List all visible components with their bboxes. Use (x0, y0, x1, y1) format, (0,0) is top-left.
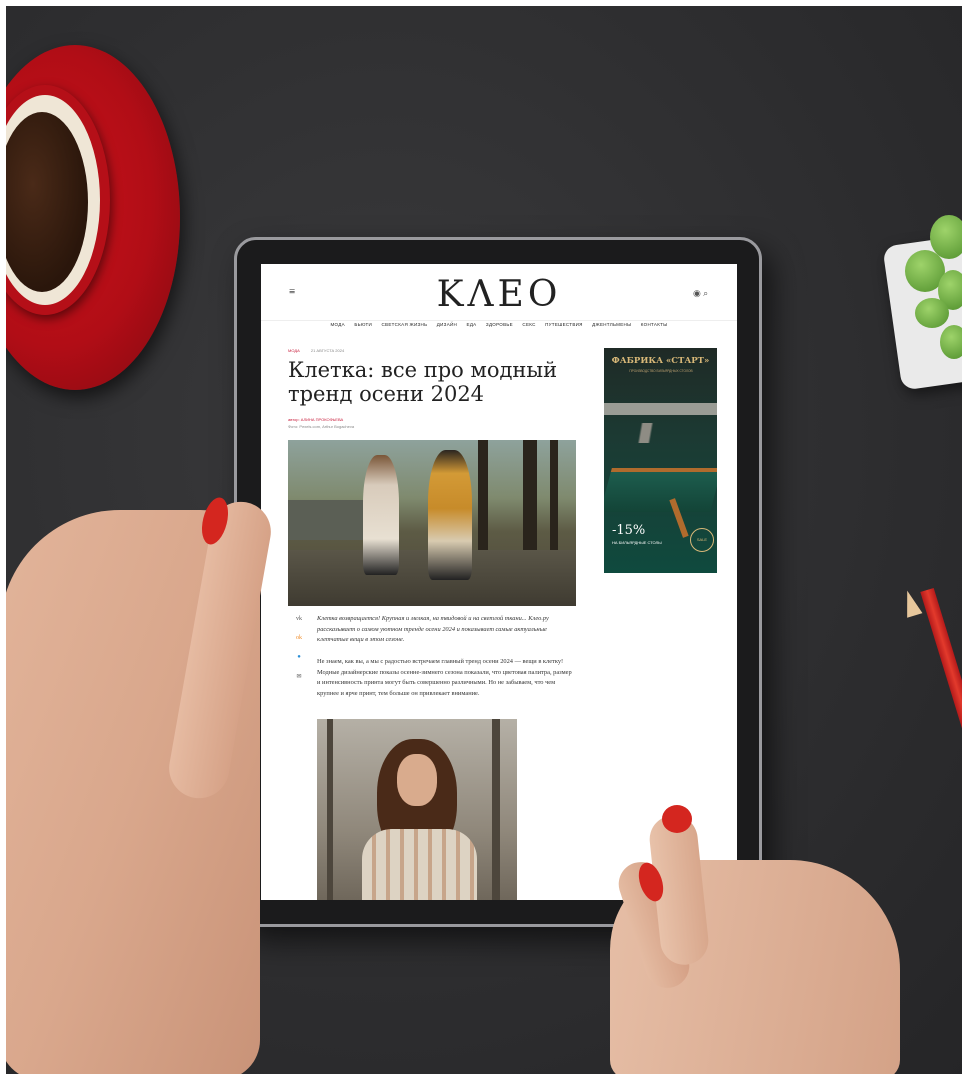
nav-item-social[interactable]: СВЕТСКАЯ ЖИЗНЬ (381, 322, 427, 327)
coffee (0, 112, 88, 292)
article-category[interactable]: МОДА (288, 348, 300, 353)
article-meta: МОДА 21 АВГУСТА 2024 (288, 348, 344, 353)
article-author[interactable]: автор: АЛИНА ПРОКОФЬЕВА (288, 417, 343, 422)
article-hero-photo (288, 440, 576, 606)
article-lead: Клетка возвращается! Крупная и мелкая, н… (317, 615, 549, 643)
telegram-icon[interactable]: ● (293, 654, 305, 660)
ad-caption: НА БИЛЬЯРДНЫЕ СТОЛЫ (612, 540, 662, 545)
nav-item-moda[interactable]: МОДА (331, 322, 345, 327)
article-body-paragraph: Не знаем, как вы, а мы с радостью встреч… (317, 658, 572, 697)
ad-subtitle: ПРОИЗВОДСТВО БИЛЬЯРДНЫХ СТОЛОВ (629, 369, 693, 373)
article-second-photo (317, 719, 517, 900)
right-index-nail (662, 805, 692, 833)
mail-icon[interactable]: ✉ (293, 673, 305, 680)
ad-banner[interactable]: ФАБРИКА «СТАРТ» ПРОИЗВОДСТВО БИЛЬЯРДНЫХ … (604, 348, 717, 573)
nav-item-beauty[interactable]: БЬЮТИ (354, 322, 372, 327)
nav-item-contacts[interactable]: КОНТАКТЫ (641, 322, 668, 327)
nav-item-health[interactable]: ЗДОРОВЬЕ (486, 322, 513, 327)
article-date: 21 АВГУСТА 2024 (310, 348, 345, 353)
succulent-leaf (915, 298, 949, 328)
nav-item-food[interactable]: ЕДА (467, 322, 477, 327)
billiard-table (604, 468, 717, 512)
article-title: Клетка: все про модный тренд осени 2024 (288, 358, 558, 406)
succulent-leaf (940, 325, 968, 359)
ad-discount: -15% (612, 523, 646, 538)
ad-sale-badge: SALE (690, 528, 714, 552)
article-credits: автор: АЛИНА ПРОКОФЬЕВА Фото: Pexels.com… (288, 416, 354, 430)
nav-item-sex[interactable]: СЕКС (522, 322, 535, 327)
nav-item-gentlemen[interactable]: ДЖЕНТЛЬМЕНЫ (592, 322, 631, 327)
search-icon[interactable]: ⌕ (703, 288, 708, 298)
share-bar: vk ok ● ✉ (293, 616, 305, 693)
ad-brand: ФАБРИКА «СТАРТ» (611, 356, 710, 366)
site-header: ≡ KΛEO ◉ ⌕ (261, 264, 737, 321)
article-photo-credit: Фото: Pexels.com, Arthur Bogacheva (288, 424, 355, 429)
succulent-leaf (930, 215, 968, 259)
vk-icon[interactable]: vk (293, 616, 305, 622)
site-logo[interactable]: KΛEO (261, 274, 737, 315)
tablet-screen: ≡ KΛEO ◉ ⌕ МОДА БЬЮТИ СВЕТСКАЯ ЖИЗНЬ ДИЗ… (261, 264, 737, 900)
nav-item-travel[interactable]: ПУТЕШЕСТВИЯ (545, 322, 583, 327)
main-nav: МОДА БЬЮТИ СВЕТСКАЯ ЖИЗНЬ ДИЗАЙН ЕДА ЗДО… (261, 322, 737, 327)
globe-icon[interactable]: ◉ (693, 288, 701, 298)
nav-item-design[interactable]: ДИЗАЙН (437, 322, 457, 327)
header-icons: ◉ ⌕ (693, 288, 708, 299)
ok-icon[interactable]: ok (293, 635, 305, 641)
